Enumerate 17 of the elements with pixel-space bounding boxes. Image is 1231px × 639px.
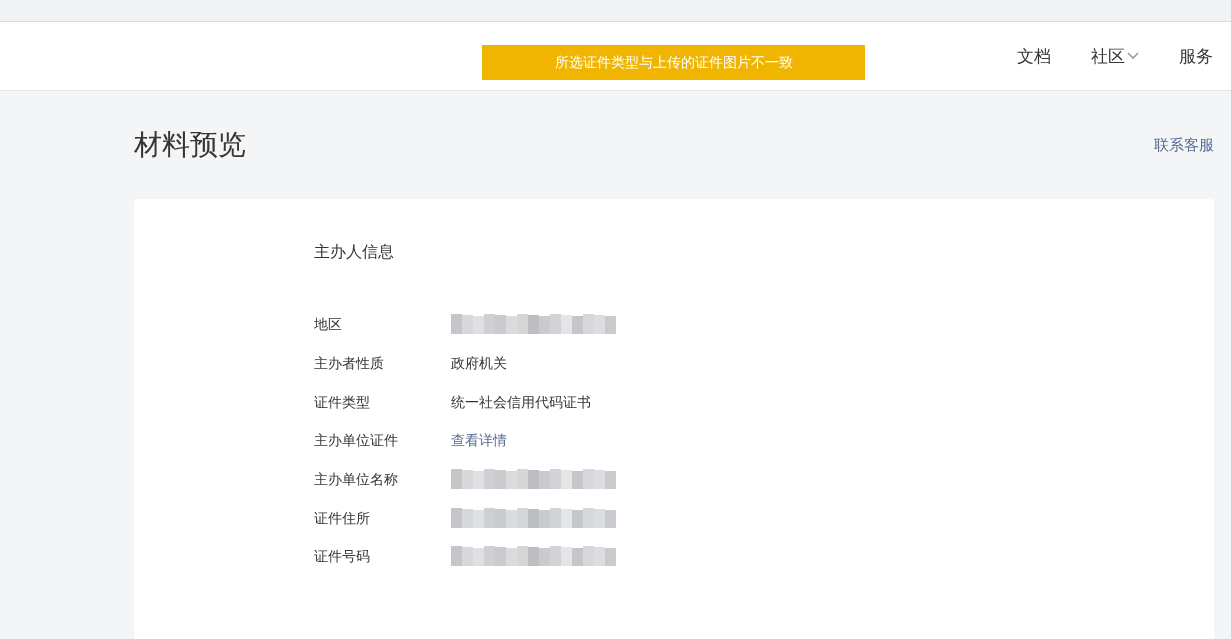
error-banner: 所选证件类型与上传的证件图片不一致: [482, 45, 865, 80]
nav-link[interactable]: 文档: [1017, 44, 1051, 68]
field-label: 证件住所: [314, 509, 371, 528]
field-label: 地区: [314, 316, 343, 335]
field-label: 主办单位证件: [314, 432, 399, 451]
field-value: 统一社会信用代码证书: [451, 393, 591, 412]
field-value: 政府机关: [451, 355, 507, 374]
contact-support-link[interactable]: 联系客服: [1154, 135, 1214, 155]
section-title: 主办人信息: [314, 242, 395, 263]
page-title: 材料预览: [134, 127, 246, 163]
view-details-link[interactable]: 查看详情: [451, 432, 507, 451]
nav-link[interactable]: 服务: [1179, 44, 1213, 68]
field-label: 主办者性质: [314, 355, 385, 374]
field-label: 证件号码: [314, 548, 371, 567]
nav-link[interactable]: 社区: [1091, 44, 1139, 68]
field-label: 证件类型: [314, 393, 371, 412]
field-label: 主办单位名称: [314, 471, 399, 490]
